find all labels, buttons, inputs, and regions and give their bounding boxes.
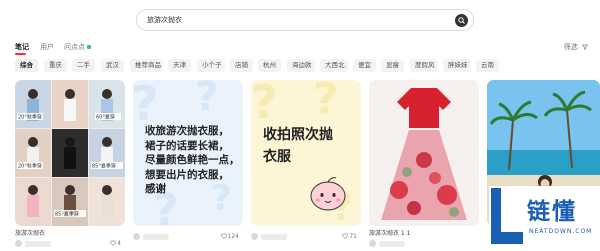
watermark-mark-icon: [491, 188, 523, 244]
chip-keyword[interactable]: 胖妹妹: [443, 59, 471, 72]
avatar[interactable]: [15, 240, 22, 247]
avatar[interactable]: [251, 233, 258, 240]
note-card[interactable]: 20°秋季穿 20°秋季穿 60°夏穿 85°夏季穿 85°夏季穿: [15, 80, 125, 226]
note-card-meta: 旅游次抛衣 4: [15, 228, 125, 248]
red-floral-dress-image: [369, 80, 479, 226]
like-count-value: 71: [349, 233, 357, 240]
like-count-value: 124: [227, 233, 239, 240]
search-icon: [458, 17, 465, 24]
search-input[interactable]: 旅游次抛衣: [147, 15, 182, 25]
chip-keyword[interactable]: 推荐商品: [130, 59, 163, 72]
chip-keyword[interactable]: 店铺: [230, 59, 253, 72]
tab-notes-label: 笔记: [15, 43, 29, 51]
collage-label: 60°夏穿: [96, 114, 115, 121]
svg-text:?: ?: [313, 80, 339, 125]
keyword-chips: 综合 重庆 二手 武汉 推荐商品 天津 小个子 店铺 杭州 海边款 大西北 便宜…: [15, 59, 595, 73]
author-name[interactable]: [379, 241, 405, 247]
heart-icon: [342, 233, 349, 239]
card-title[interactable]: 旅游次抛衣 1 1: [369, 228, 410, 237]
note-card-meta: 124: [133, 228, 243, 248]
note-card[interactable]: [369, 80, 479, 226]
search-button[interactable]: [455, 14, 468, 27]
avatar[interactable]: [133, 233, 140, 240]
active-tab-indicator: [15, 53, 26, 55]
chip-keyword[interactable]: 天津: [168, 59, 191, 72]
chip-keyword[interactable]: 武汉: [101, 59, 124, 72]
like-count[interactable]: 71: [342, 233, 357, 240]
collage-label: 85°夏季穿: [55, 211, 79, 218]
avatar[interactable]: [369, 240, 376, 247]
collage-label: 20°秋季穿: [18, 114, 42, 121]
note-card[interactable]: ? ? ? 收拍照次抛 衣服: [251, 80, 361, 226]
chip-keyword[interactable]: 二手: [72, 59, 95, 72]
card-text: 收拍照次抛 衣服: [263, 124, 333, 168]
collage-label: 20°秋季穿: [18, 163, 42, 170]
author-name[interactable]: [261, 234, 287, 240]
card-text-line: 感谢: [145, 183, 166, 195]
ai-badge-icon: [87, 45, 91, 49]
author-name[interactable]: [143, 234, 169, 240]
heart-icon: [110, 240, 117, 246]
tab-ask[interactable]: 问点点: [64, 42, 91, 52]
chip-keyword[interactable]: 杭州: [258, 59, 281, 72]
chip-keyword[interactable]: 大西北: [320, 59, 348, 72]
watermark-text: 链懂: [527, 199, 577, 225]
card-text-line: 裙子的话要长裙，: [145, 139, 229, 152]
svg-text:?: ?: [251, 80, 278, 129]
filter-button[interactable]: 筛选: [564, 42, 588, 52]
card-text-line: 收旅游次抛衣服，: [145, 125, 229, 137]
tab-ask-label: 问点点: [64, 43, 85, 51]
chip-keyword[interactable]: 重庆: [44, 59, 67, 72]
filter-icon: [582, 44, 588, 50]
tab-users[interactable]: 用户: [40, 42, 54, 52]
watermark-subtext: NEATDOWN.COM: [529, 228, 593, 235]
like-count[interactable]: 124: [220, 233, 239, 240]
like-count[interactable]: 4: [110, 240, 121, 247]
peach-mascot-icon: [310, 177, 346, 211]
card-text-line: 想要出片的衣服，: [145, 168, 229, 181]
svg-text:?: ?: [195, 80, 218, 120]
outfit-collage-image: 20°秋季穿 20°秋季穿 60°夏穿 85°夏季穿 85°夏季穿: [15, 80, 125, 226]
card-text: 收旅游次抛衣服， 裙子的话要长裙， 尽量颜色鲜艳一点， 想要出片的衣服， 感谢: [145, 124, 240, 197]
card-text-line: 衣服: [263, 149, 291, 165]
filter-label: 筛选: [563, 43, 578, 51]
note-card-meta: 71: [251, 228, 361, 248]
heart-icon: [220, 233, 227, 239]
tab-notes[interactable]: 笔记: [15, 42, 29, 55]
chip-keyword[interactable]: 云南: [476, 59, 499, 72]
card-text-line: 收拍照次抛: [263, 127, 333, 143]
card-text-line: 尽量颜色鲜艳一点，: [145, 154, 240, 166]
chip-keyword[interactable]: 海边款: [287, 59, 315, 72]
author-name[interactable]: [25, 241, 51, 247]
card-title[interactable]: 旅游次抛衣: [15, 228, 45, 237]
watermark-logo: 链懂 NEATDOWN.COM: [489, 186, 600, 251]
note-card-meta: 旅游次抛衣 1 1: [369, 228, 479, 248]
like-count-value: 4: [117, 240, 121, 247]
chip-keyword[interactable]: 度假风: [410, 59, 438, 72]
chip-keyword[interactable]: 便宜: [353, 59, 376, 72]
note-card[interactable]: ? ? ? ? 收旅游次抛衣服， 裙子的话要长裙， 尽量颜色鲜艳一点， 想要出片…: [133, 80, 243, 226]
tab-users-label: 用户: [40, 43, 54, 51]
chip-keyword[interactable]: 综合: [15, 59, 38, 72]
chip-keyword[interactable]: 小个子: [197, 59, 225, 72]
collage-label: 85°夏季穿: [92, 163, 116, 170]
search-bar[interactable]: 旅游次抛衣: [136, 9, 474, 31]
chip-keyword[interactable]: 显瘦: [381, 59, 404, 72]
